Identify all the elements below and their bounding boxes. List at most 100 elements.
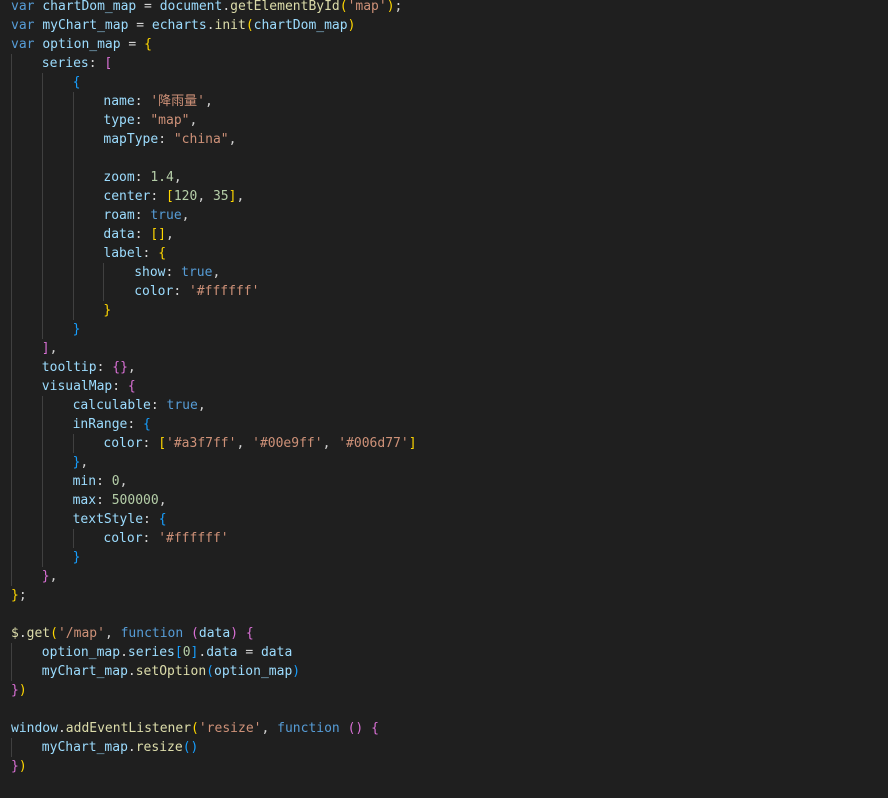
token-string: '降雨量' <box>150 94 206 109</box>
code-line[interactable]: ], <box>0 339 888 358</box>
token-b3: { <box>72 75 81 90</box>
code-line[interactable]: show: true, <box>0 263 888 282</box>
token-b1: ( <box>245 18 254 33</box>
indent-guide <box>11 491 12 510</box>
token-var: center <box>103 189 151 204</box>
indent-guide <box>41 225 43 244</box>
indent-guide <box>72 434 74 453</box>
code-line[interactable]: max: 500000, <box>0 491 888 510</box>
code-line[interactable]: var chartDom_map = document.getElementBy… <box>0 0 888 16</box>
code-line[interactable]: var myChart_map = echarts.init(chartDom_… <box>0 16 888 35</box>
token-number: 35 <box>212 189 229 204</box>
token-plain: : <box>165 265 182 280</box>
code-text: var chartDom_map = document.getElementBy… <box>11 0 402 16</box>
token-b2: [ <box>104 56 113 71</box>
indent-guide <box>11 244 12 263</box>
code-line[interactable]: window.addEventListener('resize', functi… <box>0 719 888 738</box>
code-line[interactable]: visualMap: { <box>0 377 888 396</box>
code-line[interactable]: }, <box>0 567 888 586</box>
code-text: textStyle: { <box>73 510 167 529</box>
token-var: myChart_map <box>42 18 129 33</box>
code-text: } <box>73 320 81 339</box>
token-plain: , <box>104 626 121 641</box>
token-b1: ] <box>408 436 417 451</box>
code-line[interactable]: { <box>0 73 888 92</box>
code-line[interactable]: color: '#ffffff' <box>0 282 888 301</box>
code-text: zoom: 1.4, <box>103 168 181 187</box>
token-number: 500000 <box>111 493 159 508</box>
code-line[interactable]: var option_map = { <box>0 35 888 54</box>
indent-guide <box>41 263 43 282</box>
code-text: visualMap: { <box>42 377 136 396</box>
code-text: label: { <box>103 244 166 263</box>
code-line[interactable] <box>0 605 888 624</box>
code-line[interactable]: }; <box>0 586 888 605</box>
code-editor[interactable]: var chartDom_map = document.getElementBy… <box>0 0 888 798</box>
code-line[interactable]: min: 0, <box>0 472 888 491</box>
token-func: init <box>214 18 246 33</box>
code-line[interactable]: inRange: { <box>0 415 888 434</box>
code-line[interactable]: series: [ <box>0 54 888 73</box>
token-func: get <box>26 626 51 641</box>
code-line[interactable]: }, <box>0 453 888 472</box>
code-line[interactable]: myChart_map.setOption(option_map) <box>0 662 888 681</box>
token-var: chartDom_map <box>253 18 348 33</box>
token-plain: . <box>18 626 27 641</box>
code-area[interactable]: var chartDom_map = document.getElementBy… <box>0 0 888 776</box>
code-line[interactable]: data: [], <box>0 225 888 244</box>
token-func: addEventListener <box>65 721 192 736</box>
token-plain: . <box>198 645 207 660</box>
code-line[interactable]: }) <box>0 757 888 776</box>
token-plain: , <box>80 455 89 470</box>
code-line[interactable]: }) <box>0 681 888 700</box>
token-plain: , <box>197 398 206 413</box>
code-line[interactable]: type: "map", <box>0 111 888 130</box>
code-line[interactable]: color: '#ffffff' <box>0 529 888 548</box>
code-line[interactable]: option_map.series[0].data = data <box>0 643 888 662</box>
indent-guide <box>41 244 43 263</box>
code-line[interactable] <box>0 700 888 719</box>
token-var: name <box>103 94 135 109</box>
code-line[interactable]: $.get('/map', function (data) { <box>0 624 888 643</box>
code-line[interactable]: } <box>0 548 888 567</box>
indent-guide <box>41 282 43 301</box>
code-line[interactable]: name: '降雨量', <box>0 92 888 111</box>
token-func: getElementById <box>230 0 340 14</box>
token-b1: } <box>103 303 112 318</box>
indent-guide <box>11 472 12 491</box>
code-text: ], <box>42 339 58 358</box>
indent-guide <box>41 206 43 225</box>
token-plain: : <box>134 113 151 128</box>
code-line[interactable]: myChart_map.resize() <box>0 738 888 757</box>
code-line[interactable]: calculable: true, <box>0 396 888 415</box>
token-b1: ( <box>50 626 58 641</box>
indent-guide <box>11 529 12 548</box>
token-plain: , <box>212 265 221 280</box>
code-line[interactable]: } <box>0 301 888 320</box>
token-plain: : <box>150 398 167 413</box>
code-line[interactable]: zoom: 1.4, <box>0 168 888 187</box>
code-line[interactable] <box>0 149 888 168</box>
token-var: zoom <box>103 170 135 185</box>
code-line[interactable]: } <box>0 320 888 339</box>
indent-guide <box>11 130 12 149</box>
token-plain: , <box>173 170 182 185</box>
code-line[interactable]: center: [120, 35], <box>0 187 888 206</box>
token-plain: , <box>119 474 128 489</box>
token-var: window <box>11 721 58 736</box>
code-line[interactable]: textStyle: { <box>0 510 888 529</box>
indent-guide <box>41 130 43 149</box>
code-line[interactable]: label: { <box>0 244 888 263</box>
code-line[interactable]: tooltip: {}, <box>0 358 888 377</box>
code-line[interactable]: color: ['#a3f7ff', '#00e9ff', '#006d77'] <box>0 434 888 453</box>
code-line[interactable]: roam: true, <box>0 206 888 225</box>
indent-guide <box>11 415 12 434</box>
indent-guide <box>41 187 43 206</box>
indent-guide <box>72 168 74 187</box>
code-line[interactable]: mapType: "china", <box>0 130 888 149</box>
token-var: option_map <box>214 664 293 679</box>
token-var: data <box>198 626 231 641</box>
code-text: show: true, <box>134 263 220 282</box>
